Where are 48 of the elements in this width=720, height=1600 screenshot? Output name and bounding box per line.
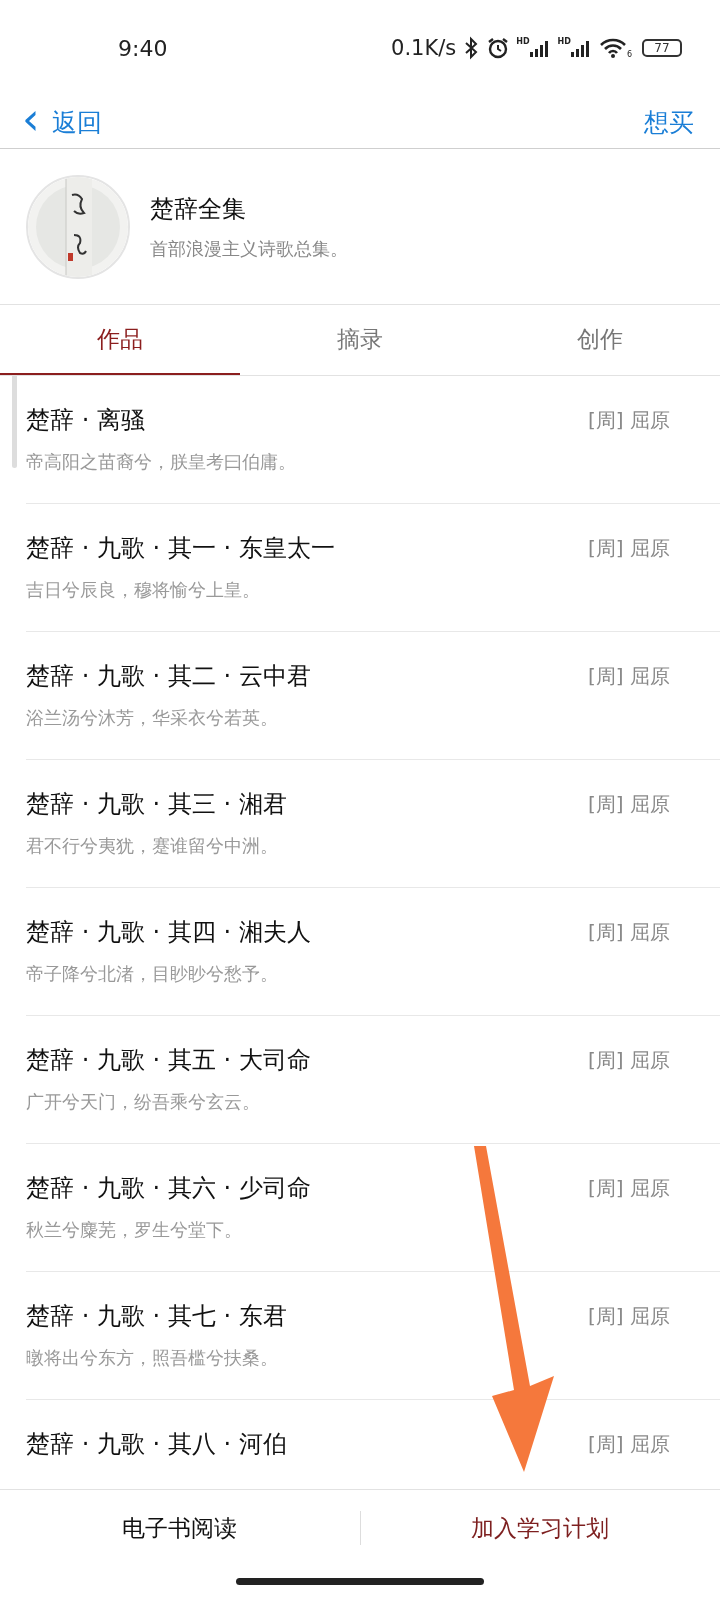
work-author: [周] 屈原 [588, 1430, 670, 1458]
wifi-icon [598, 37, 627, 59]
tab[interactable]: 摘录 [240, 305, 480, 375]
bottom-button[interactable]: 电子书阅读 [0, 1512, 360, 1544]
work-excerpt: 君不行兮夷犹，蹇谁留兮中洲。 [26, 834, 279, 858]
back-button[interactable]: ‹ 返回 [22, 105, 102, 139]
work-excerpt: 帝子降兮北渚，目眇眇兮愁予。 [26, 962, 279, 986]
tab[interactable]: 创作 [480, 305, 720, 375]
work-title: 楚辞 · 九歌 · 其三 · 湘君 [26, 789, 287, 820]
work-item[interactable]: 楚辞 · 九歌 · 其四 · 湘夫人 [周] 屈原 帝子降兮北渚，目眇眇兮愁予。 [26, 888, 720, 1016]
wifi-label: 6 [626, 50, 632, 59]
work-title: 楚辞 · 九歌 · 其四 · 湘夫人 [26, 917, 311, 948]
work-excerpt: 暾将出兮东方，照吾槛兮扶桑。 [26, 1346, 279, 1370]
work-item[interactable]: 楚辞 · 九歌 · 其三 · 湘君 [周] 屈原 君不行兮夷犹，蹇谁留兮中洲。 [26, 760, 720, 888]
work-title: 楚辞 · 离骚 [26, 405, 145, 436]
work-title: 楚辞 · 九歌 · 其六 · 少司命 [26, 1173, 311, 1204]
network-speed: 0.1K/s [391, 36, 457, 60]
hd-label: HD [516, 37, 530, 46]
work-title: 楚辞 · 九歌 · 其八 · 河伯 [26, 1429, 287, 1460]
work-author: [周] 屈原 [588, 1302, 670, 1330]
work-author: [周] 屈原 [588, 918, 670, 946]
work-excerpt: 秋兰兮麋芜，罗生兮堂下。 [26, 1218, 243, 1242]
work-item[interactable]: 楚辞 · 离骚 [周] 屈原 帝高阳之苗裔兮，朕皇考曰伯庸。 [26, 376, 720, 504]
work-title: 楚辞 · 九歌 · 其七 · 东君 [26, 1301, 287, 1332]
work-excerpt: 浴兰汤兮沐芳，华采衣兮若英。 [26, 706, 279, 730]
work-title: 楚辞 · 九歌 · 其二 · 云中君 [26, 661, 311, 692]
work-item[interactable]: 楚辞 · 九歌 · 其五 · 大司命 [周] 屈原 广开兮天门，纷吾乘兮玄云。 [26, 1016, 720, 1144]
work-author: [周] 屈原 [588, 662, 670, 690]
hd-label: HD [557, 37, 571, 46]
work-author: [周] 屈原 [588, 1174, 670, 1202]
want-to-buy-button[interactable]: 想买 [644, 105, 694, 139]
bottom-button[interactable]: 加入学习计划 [360, 1512, 720, 1544]
book-title: 楚辞全集 [150, 193, 247, 225]
status-time: 9:40 [118, 35, 168, 61]
work-author: [周] 屈原 [588, 534, 670, 562]
work-author: [周] 屈原 [588, 790, 670, 818]
work-author: [周] 屈原 [588, 406, 670, 434]
work-excerpt: 吉日兮辰良，穆将愉兮上皇。 [26, 578, 261, 602]
work-title: 楚辞 · 九歌 · 其一 · 东皇太一 [26, 533, 335, 564]
battery-icon: 77 [642, 39, 682, 57]
work-title: 楚辞 · 九歌 · 其五 · 大司命 [26, 1045, 311, 1076]
tab[interactable]: 作品 [0, 305, 240, 375]
work-author: [周] 屈原 [588, 1046, 670, 1074]
work-excerpt: 广开兮天门，纷吾乘兮玄云。 [26, 1090, 261, 1114]
work-excerpt: 帝高阳之苗裔兮，朕皇考曰伯庸。 [26, 450, 297, 474]
work-item[interactable]: 楚辞 · 九歌 · 其一 · 东皇太一 [周] 屈原 吉日兮辰良，穆将愉兮上皇。 [26, 504, 720, 632]
work-item[interactable]: 楚辞 · 九歌 · 其二 · 云中君 [周] 屈原 浴兰汤兮沐芳，华采衣兮若英。 [26, 632, 720, 760]
book-subtitle: 首部浪漫主义诗歌总集。 [150, 236, 348, 261]
